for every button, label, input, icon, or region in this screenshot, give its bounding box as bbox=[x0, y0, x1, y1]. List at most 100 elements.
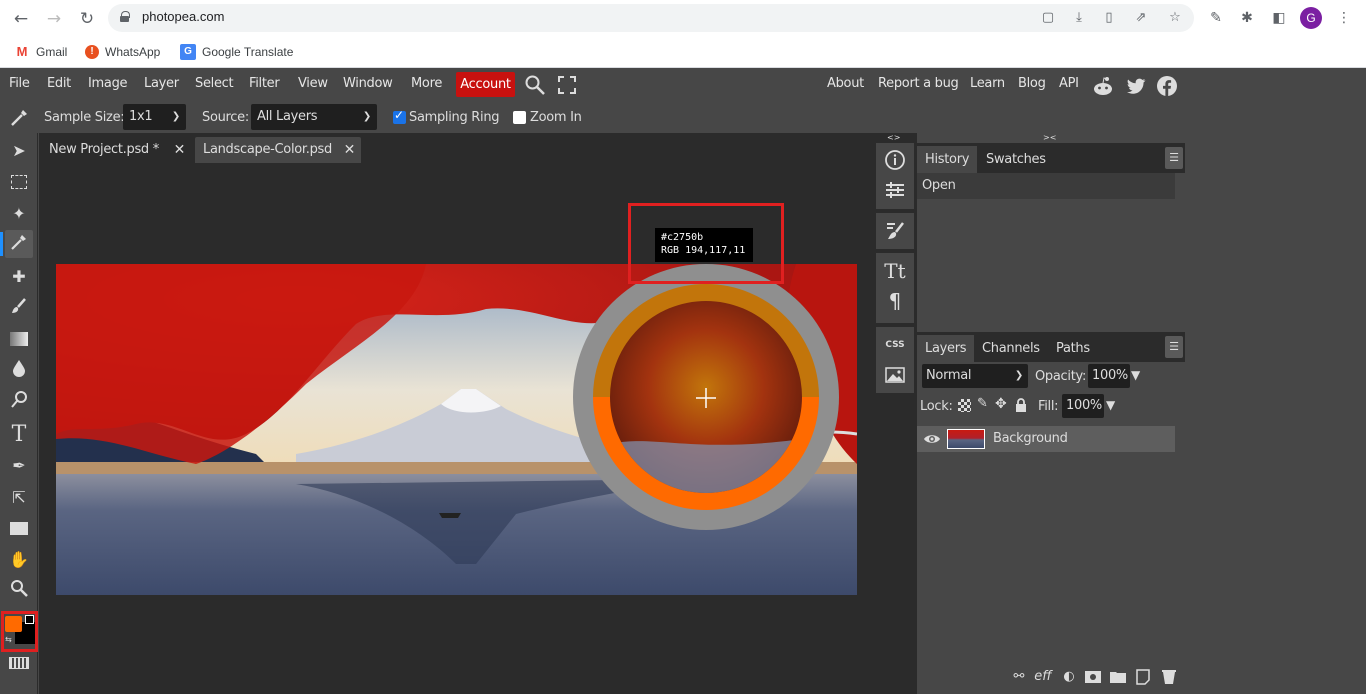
link-api[interactable]: API bbox=[1059, 76, 1079, 91]
profile-avatar[interactable]: G bbox=[1300, 7, 1322, 29]
tab-paths[interactable]: Paths bbox=[1048, 335, 1098, 362]
panel-menu-icon[interactable]: ☰ bbox=[1165, 336, 1183, 358]
brush-presets-icon[interactable] bbox=[876, 217, 914, 245]
gradient-tool[interactable] bbox=[5, 325, 33, 353]
new-layer-icon[interactable] bbox=[1133, 667, 1153, 687]
link-report-bug[interactable]: Report a bug bbox=[878, 76, 959, 91]
eyedropper-tool[interactable] bbox=[0, 230, 33, 258]
healing-brush-tool[interactable]: ✚ bbox=[5, 262, 33, 290]
lock-paint-icon[interactable]: ✎ bbox=[977, 396, 988, 411]
bookmark-gmail[interactable]: M Gmail bbox=[14, 43, 68, 61]
link-about[interactable]: About bbox=[827, 76, 864, 91]
close-icon[interactable]: ✕ bbox=[174, 137, 186, 163]
layer-name[interactable]: Background bbox=[993, 431, 1068, 446]
side-panel-icon[interactable]: ◧ bbox=[1269, 8, 1289, 28]
css-icon[interactable]: CSS bbox=[876, 331, 914, 359]
menu-file[interactable]: File bbox=[9, 76, 30, 91]
mask-icon[interactable] bbox=[1083, 667, 1103, 687]
type-tool[interactable]: T bbox=[5, 420, 33, 448]
layer-row[interactable]: Background bbox=[917, 426, 1175, 452]
zoom-in-label[interactable]: Zoom In bbox=[530, 110, 582, 125]
lock-transparency-icon[interactable] bbox=[958, 399, 971, 412]
menu-edit[interactable]: Edit bbox=[47, 76, 71, 91]
tab-layers[interactable]: Layers bbox=[917, 335, 975, 362]
blur-tool[interactable] bbox=[5, 356, 33, 384]
facebook-icon[interactable] bbox=[1156, 75, 1178, 97]
info-icon[interactable] bbox=[876, 146, 914, 174]
keyboard-icon[interactable] bbox=[9, 657, 29, 669]
fill-input[interactable]: 100% bbox=[1062, 394, 1104, 418]
sampling-ring-checkbox[interactable] bbox=[393, 108, 406, 124]
character-icon[interactable]: Tt bbox=[876, 257, 914, 285]
adjustments-icon[interactable] bbox=[876, 176, 914, 204]
search-icon[interactable] bbox=[524, 74, 546, 96]
share-icon[interactable]: ⇗ bbox=[1133, 10, 1149, 26]
back-button[interactable]: ← bbox=[10, 8, 32, 30]
page-icon[interactable]: ▯ bbox=[1101, 10, 1117, 26]
fill-dropdown-icon[interactable]: ▼ bbox=[1106, 398, 1115, 412]
menu-filter[interactable]: Filter bbox=[249, 76, 280, 91]
adjustment-layer-icon[interactable]: ◐ bbox=[1059, 667, 1079, 687]
dodge-tool[interactable] bbox=[5, 388, 33, 416]
blend-mode-select[interactable]: Normal ❯ bbox=[922, 364, 1028, 388]
collapse-arrows-icon[interactable]: >< bbox=[1043, 133, 1056, 142]
opacity-dropdown-icon[interactable]: ▼ bbox=[1131, 368, 1140, 382]
lock-move-icon[interactable]: ✥ bbox=[995, 396, 1007, 412]
zoom-in-checkbox[interactable] bbox=[513, 111, 526, 124]
opacity-input[interactable]: 100% bbox=[1088, 364, 1130, 388]
history-item[interactable]: Open bbox=[917, 173, 1175, 199]
menu-window[interactable]: Window bbox=[343, 76, 393, 91]
browser-menu-icon[interactable]: ⋮ bbox=[1334, 8, 1354, 28]
reload-button[interactable]: ↻ bbox=[76, 8, 98, 30]
collapse-arrows-icon[interactable]: <> bbox=[887, 133, 900, 142]
trash-icon[interactable] bbox=[1159, 667, 1179, 687]
link-blog[interactable]: Blog bbox=[1018, 76, 1046, 91]
link-learn[interactable]: Learn bbox=[970, 76, 1005, 91]
zoom-tool[interactable] bbox=[5, 576, 33, 604]
foreground-color-swatch[interactable] bbox=[5, 616, 22, 632]
twitter-icon[interactable] bbox=[1125, 75, 1147, 97]
forward-button[interactable]: → bbox=[43, 8, 65, 30]
tab-channels[interactable]: Channels bbox=[974, 335, 1048, 362]
menu-select[interactable]: Select bbox=[195, 76, 234, 91]
folder-icon[interactable] bbox=[1108, 667, 1128, 687]
install-icon[interactable]: ⤓ bbox=[1071, 10, 1087, 26]
hand-tool[interactable]: ✋ bbox=[5, 545, 33, 573]
magic-wand-tool[interactable]: ✦ bbox=[5, 199, 33, 227]
menu-view[interactable]: View bbox=[298, 76, 328, 91]
reddit-icon[interactable] bbox=[1092, 75, 1114, 97]
lock-all-icon[interactable] bbox=[1015, 397, 1027, 412]
tab-new-project[interactable]: New Project.psd * ✕ bbox=[41, 137, 191, 163]
panel-menu-icon[interactable]: ☰ bbox=[1165, 147, 1183, 169]
star-icon[interactable]: ☆ bbox=[1167, 10, 1183, 26]
clipboard-icon[interactable]: ▢ bbox=[1040, 10, 1056, 26]
bookmark-google-translate[interactable]: G Google Translate bbox=[180, 43, 293, 61]
default-colors-icon[interactable] bbox=[25, 615, 34, 624]
eyedropper-extension-icon[interactable]: ✎ bbox=[1206, 8, 1226, 28]
bookmark-whatsapp[interactable]: ! WhatsApp bbox=[85, 43, 160, 61]
path-select-tool[interactable]: ⇱ bbox=[5, 483, 33, 511]
tab-landscape-color[interactable]: Landscape-Color.psd ✕ bbox=[195, 137, 361, 163]
move-tool[interactable]: ➤ bbox=[5, 136, 33, 164]
tab-swatches[interactable]: Swatches bbox=[978, 146, 1054, 173]
sample-size-select[interactable]: 1x1 ❯ bbox=[123, 104, 186, 130]
swap-colors-icon[interactable]: ⇆ bbox=[5, 635, 14, 644]
source-select[interactable]: All Layers ❯ bbox=[251, 104, 377, 130]
tab-history[interactable]: History bbox=[917, 146, 978, 173]
image-icon[interactable] bbox=[876, 361, 914, 389]
fullscreen-icon[interactable] bbox=[557, 75, 579, 97]
account-button[interactable]: Account bbox=[456, 72, 515, 97]
menu-layer[interactable]: Layer bbox=[144, 76, 179, 91]
menu-image[interactable]: Image bbox=[88, 76, 128, 91]
link-icon[interactable]: ⚯ bbox=[1009, 667, 1029, 687]
pen-tool[interactable]: ✒ bbox=[5, 451, 33, 479]
puzzle-extensions-icon[interactable]: ✱ bbox=[1237, 8, 1257, 28]
close-icon[interactable]: ✕ bbox=[344, 137, 356, 163]
menu-more[interactable]: More bbox=[411, 76, 442, 91]
paragraph-icon[interactable]: ¶ bbox=[876, 287, 914, 315]
sampling-ring-label[interactable]: Sampling Ring bbox=[409, 110, 500, 125]
brush-tool[interactable] bbox=[5, 294, 33, 322]
rectangle-select-tool[interactable] bbox=[5, 168, 33, 196]
address-bar[interactable]: photopea.com ▢ ⤓ ▯ ⇗ ☆ bbox=[108, 4, 1194, 32]
shape-tool[interactable] bbox=[5, 514, 33, 542]
